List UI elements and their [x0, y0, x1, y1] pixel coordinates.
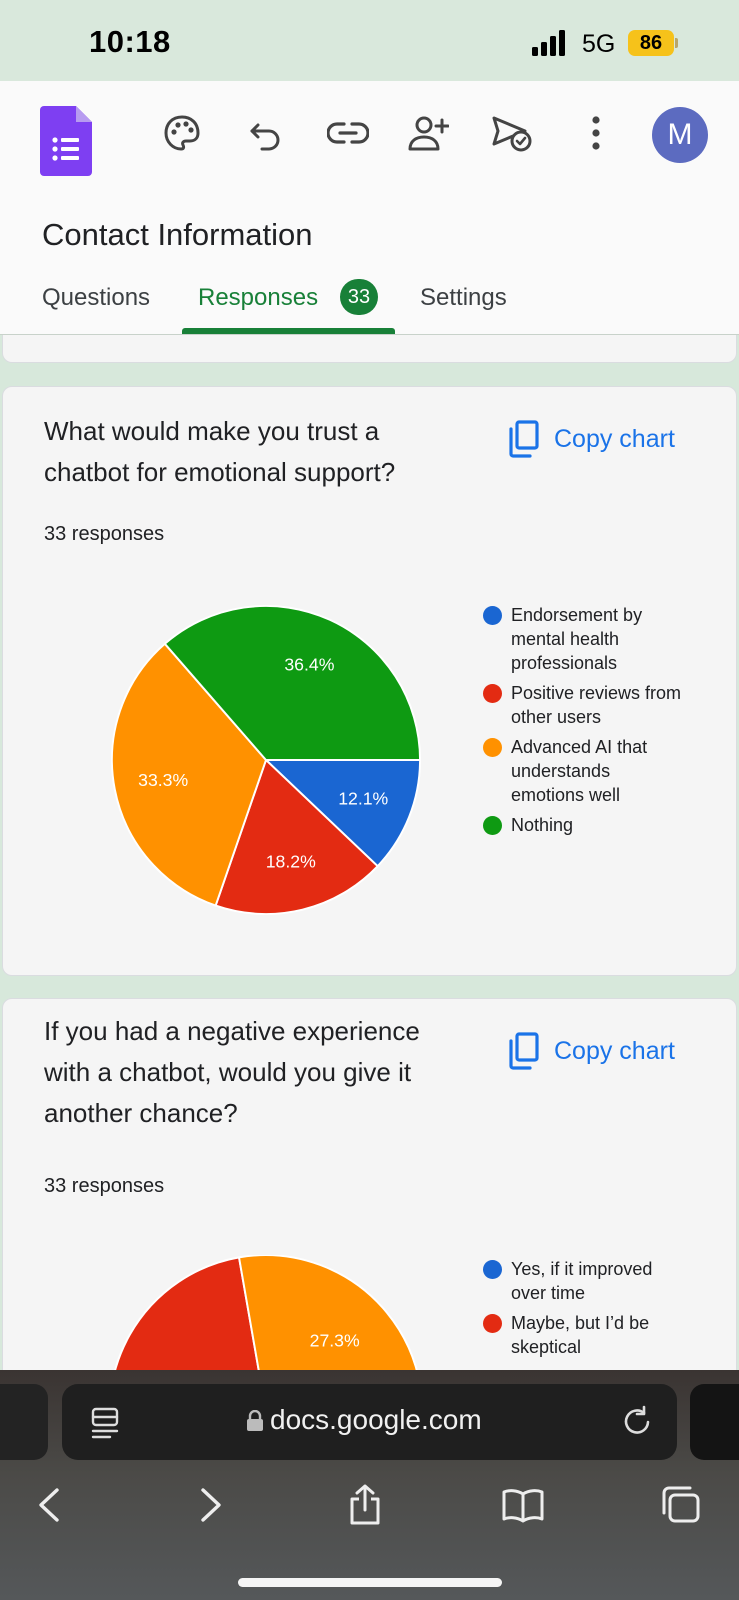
lock-icon [247, 1410, 263, 1431]
home-indicator [238, 1578, 502, 1587]
undo-icon[interactable] [244, 111, 288, 155]
back-icon[interactable] [26, 1482, 72, 1528]
copy-icon [509, 420, 539, 458]
responses-count-badge: 33 [340, 279, 378, 315]
battery-level: 86 [628, 30, 674, 56]
question-title: What would make you trust a chatbot for … [44, 416, 396, 487]
legend-swatch [483, 684, 502, 703]
legend-item: Yes, if it improved over time [483, 1257, 683, 1305]
legend-item: Maybe, but I’d be skeptical [483, 1311, 683, 1359]
legend-label: Endorsement by mental health professiona… [511, 605, 643, 673]
pie-chart: 12.1% 18.2% 33.3% 36.4% [110, 604, 422, 916]
copy-chart-button[interactable]: Copy chart [508, 1031, 708, 1071]
add-collaborator-icon[interactable] [406, 111, 450, 155]
share-icon[interactable] [342, 1482, 388, 1528]
tab-settings[interactable]: Settings [420, 284, 507, 312]
tabs-icon[interactable] [658, 1482, 704, 1528]
legend-swatch [483, 816, 502, 835]
form-title: Contact Information [42, 217, 313, 252]
previous-tab-preview[interactable] [0, 1384, 48, 1460]
reload-icon[interactable] [622, 1404, 654, 1438]
page-menu-icon[interactable] [90, 1406, 122, 1440]
legend-swatch [483, 1314, 502, 1333]
more-vert-icon[interactable] [574, 111, 618, 155]
legend-label: Yes, if it improved over time [511, 1259, 653, 1303]
question-card: If you had a negative experience with a … [2, 998, 737, 1398]
cellular-signal-icon [532, 30, 565, 56]
forward-icon[interactable] [188, 1482, 234, 1528]
question-card: What would make you trust a chatbot for … [2, 386, 737, 976]
copy-chart-button[interactable]: Copy chart [508, 419, 708, 459]
legend-item: Nothing [483, 813, 683, 837]
network-type: 5G [582, 30, 616, 58]
pie-value-label: 33.3% [138, 770, 188, 790]
palette-icon[interactable] [160, 111, 204, 155]
link-icon[interactable] [326, 111, 370, 155]
tab-responses[interactable]: Responses [198, 284, 318, 312]
copy-icon [509, 1032, 539, 1070]
status-bar: 10:18 5G 86 [0, 0, 739, 81]
pie-value-label: 18.2% [266, 852, 316, 872]
url-text: docs.google.com [270, 1404, 482, 1435]
send-icon[interactable] [490, 111, 534, 155]
app-header: M Contact Information Questions Response… [0, 81, 739, 335]
previous-card [2, 335, 737, 363]
legend-label: Positive reviews from other users [511, 683, 682, 727]
copy-chart-label: Copy chart [554, 1036, 675, 1065]
response-count: 33 responses [44, 523, 165, 545]
legend-item: Positive reviews from other users [483, 681, 683, 729]
legend-swatch [483, 1260, 502, 1279]
avatar[interactable]: M [652, 107, 708, 163]
address-bar[interactable]: docs.google.com [62, 1384, 677, 1460]
copy-chart-label: Copy chart [554, 424, 675, 453]
pie-value-label: 12.1% [338, 789, 388, 809]
browser-toolbar: docs.google.com [0, 1370, 739, 1600]
chart-legend: Endorsement by mental health professiona… [483, 603, 683, 843]
legend-label: Maybe, but I’d be skeptical [511, 1313, 650, 1357]
legend-label: Nothing [511, 815, 574, 835]
pie-value-label: 36.4% [284, 655, 334, 675]
chart-legend: Yes, if it improved over time Maybe, but… [483, 1257, 683, 1365]
legend-swatch [483, 606, 502, 625]
question-title: If you had a negative experience with a … [44, 1016, 420, 1128]
battery-icon: 86 [628, 30, 678, 56]
status-time: 10:18 [89, 24, 171, 59]
forms-logo-icon[interactable] [40, 106, 92, 176]
legend-item: Advanced AI that understands emotions we… [483, 735, 683, 807]
legend-item: Endorsement by mental health professiona… [483, 603, 683, 675]
legend-swatch [483, 738, 502, 757]
bookmarks-icon[interactable] [500, 1482, 546, 1528]
tab-questions[interactable]: Questions [42, 284, 150, 312]
next-tab-preview[interactable] [690, 1384, 739, 1460]
battery-tip [675, 38, 678, 48]
legend-label: Advanced AI that understands emotions we… [511, 737, 648, 805]
pie-value-label: 27.3% [310, 1330, 360, 1350]
response-count: 33 responses [44, 1175, 165, 1197]
